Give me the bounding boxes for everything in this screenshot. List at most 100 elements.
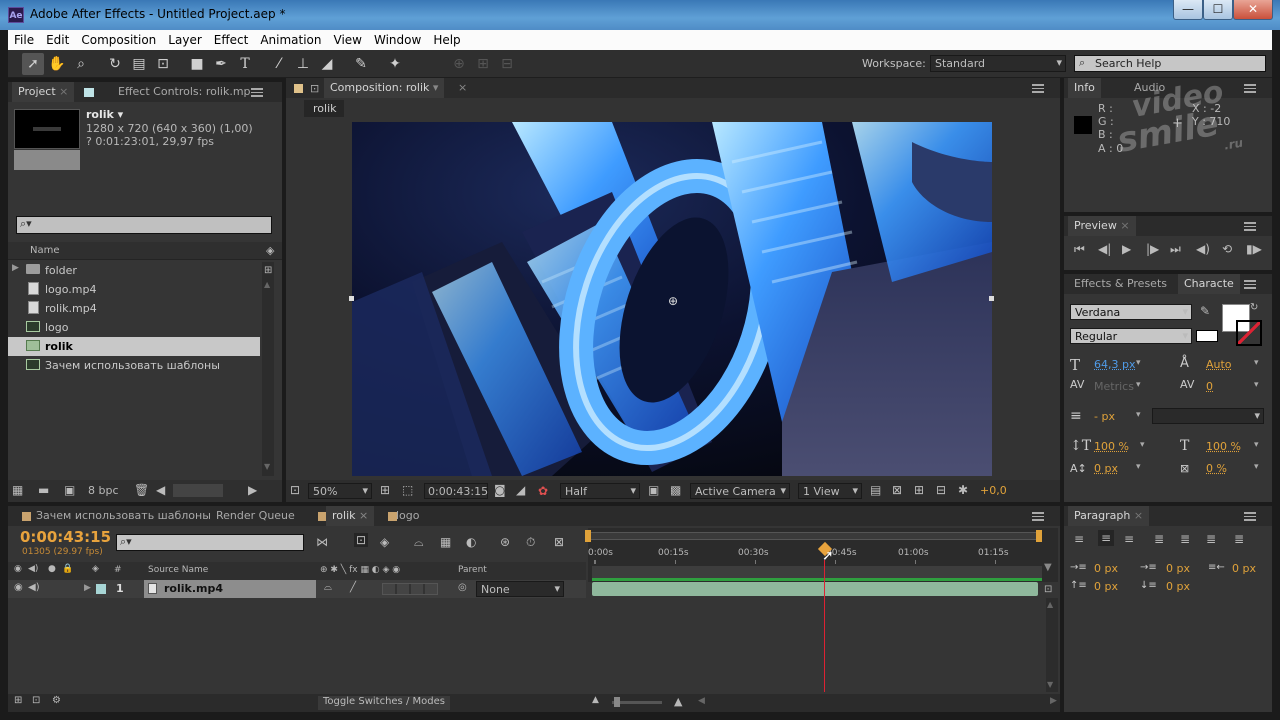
tab-character[interactable]: Characte <box>1178 274 1240 294</box>
audio-switch-icon[interactable]: ◀) <box>28 564 38 574</box>
frame-blending-icon[interactable]: ▦ <box>440 535 451 549</box>
tab-effect-controls[interactable]: Effect Controls: rolik.mp <box>112 82 257 102</box>
quality-switch-icon[interactable]: ╱ <box>350 582 356 593</box>
time-navigator[interactable] <box>588 532 1042 540</box>
pan-behind-tool-icon[interactable]: ⊡ <box>152 53 174 75</box>
font-size-value[interactable]: 64,3 px <box>1094 358 1135 371</box>
timeline-search-input[interactable]: ⌕▾ <box>116 534 304 551</box>
motion-blur-icon[interactable]: ◐ <box>466 535 476 549</box>
previous-frame-icon[interactable]: ◀| <box>1098 242 1111 256</box>
chevron-down-icon[interactable]: ▾ <box>1136 380 1141 390</box>
tab-preview[interactable]: Preview × <box>1068 216 1136 236</box>
expand-arrow-icon[interactable]: ▶ <box>84 583 91 593</box>
stroke-color-swatch[interactable] <box>1236 320 1262 346</box>
reset-exposure-icon[interactable]: ✱ <box>958 483 968 497</box>
always-preview-icon[interactable]: ⊡ <box>290 483 300 497</box>
tab-effects-presets[interactable]: Effects & Presets <box>1068 274 1173 294</box>
align-right-icon[interactable]: ≡ <box>1124 532 1134 546</box>
selection-tool-icon[interactable]: ➚ <box>22 53 44 75</box>
panel-menu-icon[interactable] <box>1032 512 1044 521</box>
snapshot-icon[interactable]: ◙ <box>494 483 506 497</box>
tab-info[interactable]: Info <box>1068 78 1101 98</box>
menu-layer[interactable]: Layer <box>162 30 207 47</box>
shy-switch-icon[interactable]: ⌓ <box>324 582 332 593</box>
close-tab-icon[interactable]: × <box>458 81 467 94</box>
toggle-pixel-aspect-icon[interactable]: ▤ <box>870 483 881 497</box>
swap-colors-icon[interactable]: ↻ <box>1250 302 1258 313</box>
project-item-template-comp[interactable]: Зачем использовать шаблоны <box>8 356 260 375</box>
zoom-out-icon[interactable]: ▲ <box>592 695 599 705</box>
expand-transfer-controls-icon[interactable]: ⊡ <box>32 695 40 706</box>
composition-viewer[interactable]: ⊕ <box>352 122 992 476</box>
project-search-input[interactable]: ⌕▾ <box>16 216 272 234</box>
comp-breadcrumb[interactable]: rolik <box>304 100 344 117</box>
axis-view-icon[interactable]: ⊟ <box>496 53 518 75</box>
transform-handle-right[interactable] <box>989 296 994 301</box>
font-style-dropdown[interactable]: Regular <box>1070 328 1192 344</box>
label-column-icon[interactable]: ◈ <box>266 244 274 257</box>
panel-menu-icon[interactable] <box>1244 222 1256 231</box>
flowchart-icon[interactable]: ⊞ <box>264 265 272 276</box>
chevron-down-icon[interactable]: ▾ <box>1140 440 1145 450</box>
layer-name-cell[interactable]: rolik.mp4 <box>144 580 316 598</box>
expand-layer-switches-icon[interactable]: ⊞ <box>14 695 22 706</box>
graph-editor-icon[interactable]: ⊠ <box>554 535 564 549</box>
scroll-right-icon[interactable]: ▶ <box>248 483 257 497</box>
menu-edit[interactable]: Edit <box>40 30 75 47</box>
tab-project[interactable]: Project × <box>12 82 75 102</box>
transparency-grid-icon[interactable]: ▩ <box>670 483 681 497</box>
layer-duration-bar[interactable] <box>592 582 1038 596</box>
layer-row[interactable]: ◉ ◀) ▶ 1 rolik.mp4 ⌓ ╱ ◎ None <box>8 580 586 598</box>
menu-effect[interactable]: Effect <box>208 30 255 47</box>
vertical-scale-value[interactable]: 100 % <box>1094 440 1129 453</box>
kerning-value[interactable]: Metrics <box>1094 380 1134 393</box>
region-of-interest-icon[interactable]: ⬚ <box>402 483 413 497</box>
solo-switch-icon[interactable]: ● <box>48 564 56 574</box>
flowchart-icon[interactable]: ⊟ <box>936 483 946 497</box>
scroll-left-icon[interactable]: ◀ <box>698 696 705 706</box>
menu-help[interactable]: Help <box>427 30 466 47</box>
minimize-button[interactable]: — <box>1173 0 1203 20</box>
comp-button-icon[interactable]: ▼ <box>1044 562 1052 573</box>
layer-name[interactable]: rolik.mp4 <box>164 582 223 595</box>
layer-label-color[interactable] <box>96 584 106 594</box>
project-scrollbar[interactable]: ▲ ▼ <box>262 262 274 476</box>
panel-menu-icon[interactable] <box>1244 280 1256 289</box>
chevron-down-icon[interactable]: ▾ <box>1136 462 1141 472</box>
eyedropper-icon[interactable]: ✎ <box>1200 304 1210 318</box>
navigator-start-handle[interactable] <box>585 530 591 542</box>
font-family-dropdown[interactable]: Verdana <box>1070 304 1192 320</box>
column-name-header[interactable]: Name <box>30 245 60 256</box>
stroke-swatch-white[interactable] <box>1196 330 1218 342</box>
tsume-value[interactable]: 0 % <box>1206 462 1227 475</box>
project-item-logo-comp[interactable]: logo <box>8 318 260 337</box>
parent-dropdown[interactable]: None <box>476 581 564 597</box>
resolution-dropdown[interactable]: Half <box>560 483 640 499</box>
navigator-end-handle[interactable] <box>1036 530 1042 542</box>
justify-center-icon[interactable]: ≣ <box>1180 532 1190 546</box>
tab-paragraph[interactable]: Paragraph × <box>1068 506 1150 526</box>
baseline-shift-value[interactable]: 0 px <box>1094 462 1118 475</box>
horizontal-scrollbar[interactable] <box>173 484 223 497</box>
lock-switch-icon[interactable]: 🔒 <box>62 564 73 574</box>
eye-icon[interactable]: ◉ <box>14 582 23 593</box>
chevron-down-icon[interactable]: ▾ <box>1254 380 1259 390</box>
source-name-header[interactable]: Source Name <box>148 565 208 575</box>
zoom-in-icon[interactable]: ▲ <box>674 695 682 708</box>
exposure-value[interactable]: +0,0 <box>980 484 1007 497</box>
chevron-down-icon[interactable]: ▾ <box>1254 358 1259 368</box>
timeline-v-scrollbar[interactable]: ▲ ▼ <box>1046 598 1058 692</box>
last-frame-icon[interactable]: ⏭ <box>1170 242 1181 257</box>
expand-in-out-icon[interactable]: ⚙ <box>52 695 61 706</box>
tracking-value[interactable]: 0 <box>1206 380 1213 393</box>
align-left-icon[interactable]: ≡ <box>1074 532 1084 546</box>
chevron-down-icon[interactable]: ▾ <box>1136 410 1141 420</box>
current-time-display[interactable]: 0:00:43:15 <box>20 528 111 546</box>
justify-right-icon[interactable]: ≣ <box>1206 532 1216 546</box>
scroll-right-icon[interactable]: ▶ <box>1050 696 1057 706</box>
audio-icon[interactable]: ◀) <box>1196 242 1210 256</box>
zoom-slider-thumb[interactable] <box>614 697 620 707</box>
rectangle-tool-icon[interactable]: ■ <box>186 53 208 75</box>
mini-flowchart-icon[interactable]: ⋈ <box>316 535 328 549</box>
draft-3d-icon[interactable]: ◈ <box>380 535 389 549</box>
